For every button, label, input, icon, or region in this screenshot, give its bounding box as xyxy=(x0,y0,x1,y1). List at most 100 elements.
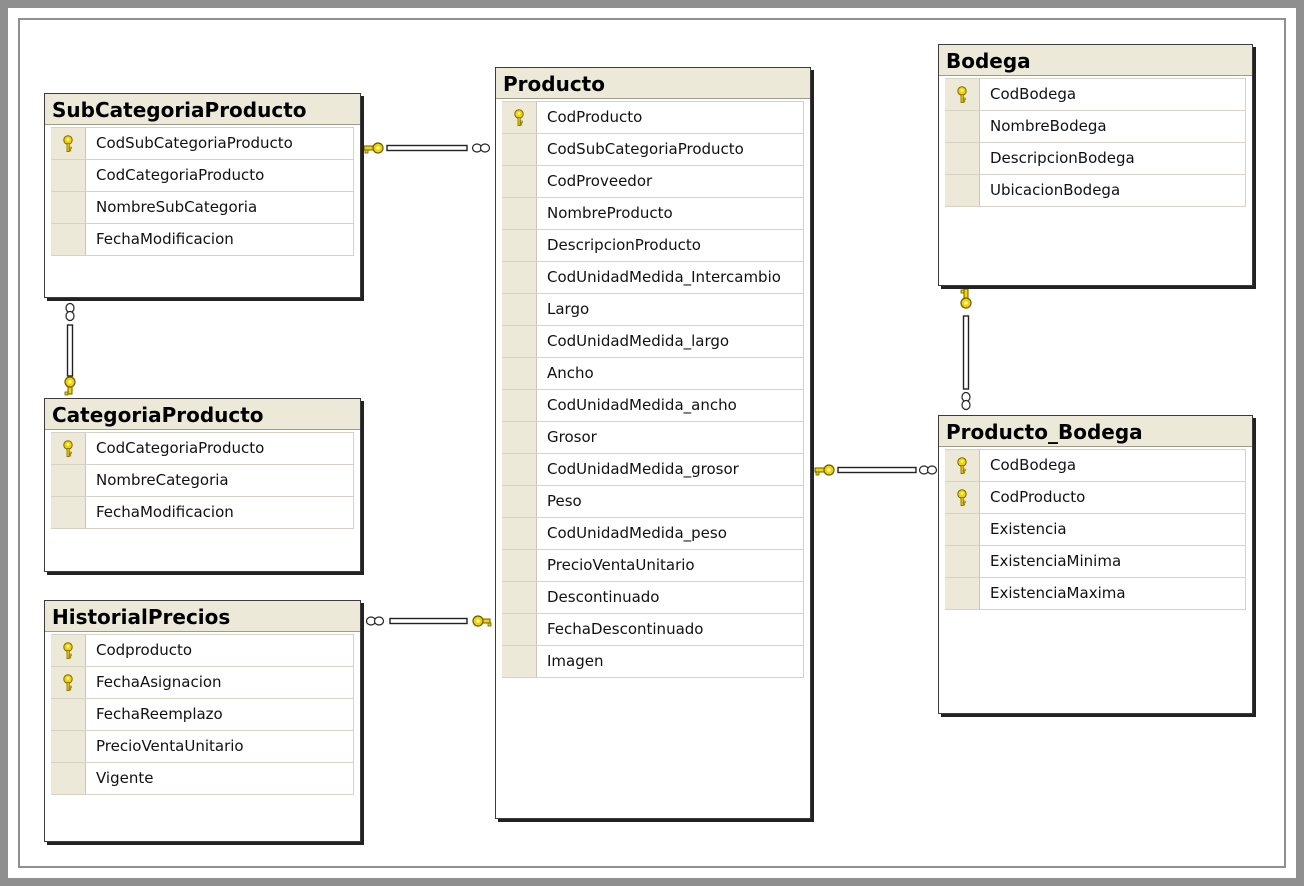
column-row[interactable]: NombreSubCategoria xyxy=(51,192,354,224)
column-row[interactable]: CodProveedor xyxy=(502,166,804,198)
table-producto[interactable]: Producto CodProducto CodSubCategoriaProd… xyxy=(495,67,811,819)
table-subcategoriaproducto[interactable]: SubCategoriaProducto CodSubCategoriaProd… xyxy=(44,93,361,298)
table-historialprecios[interactable]: HistorialPrecios Codproducto FechaAsigna… xyxy=(44,600,361,842)
column-row[interactable]: Descontinuado xyxy=(502,582,804,614)
table-bodega[interactable]: Bodega CodBodega NombreBodega Descripcio… xyxy=(938,44,1253,286)
table-title[interactable]: Bodega xyxy=(939,45,1252,76)
column-row[interactable]: PrecioVentaUnitario xyxy=(502,550,804,582)
table-categoriaproducto[interactable]: CategoriaProducto CodCategoriaProducto N… xyxy=(44,398,361,572)
column-row[interactable]: PrecioVentaUnitario xyxy=(51,731,354,763)
table-title[interactable]: CategoriaProducto xyxy=(45,399,360,430)
table-title[interactable]: HistorialPrecios xyxy=(45,601,360,632)
column-name: CodProducto xyxy=(547,108,643,126)
column-name: FechaReemplazo xyxy=(96,705,223,723)
column-row[interactable]: ExistenciaMaxima xyxy=(945,578,1246,610)
column-row[interactable]: CodCategoriaProducto xyxy=(51,433,354,465)
column-row[interactable]: NombreProducto xyxy=(502,198,804,230)
key-cell xyxy=(51,497,86,528)
table-title[interactable]: Producto_Bodega xyxy=(939,416,1252,447)
column-row[interactable]: CodProducto xyxy=(502,102,804,134)
primary-key-icon xyxy=(514,108,524,126)
key-cell xyxy=(502,454,537,485)
key-cell xyxy=(502,166,537,197)
key-cell xyxy=(51,635,86,666)
column-row[interactable]: Ancho xyxy=(502,358,804,390)
key-cell xyxy=(51,667,86,698)
column-row[interactable]: DescripcionBodega xyxy=(945,143,1246,175)
column-list: CodCategoriaProducto NombreCategoria Fec… xyxy=(51,432,354,529)
column-row[interactable]: Codproducto xyxy=(51,635,354,667)
column-row[interactable]: FechaDescontinuado xyxy=(502,614,804,646)
primary-key-icon xyxy=(63,641,73,659)
column-row[interactable]: Vigente xyxy=(51,763,354,795)
column-row[interactable]: ExistenciaMinima xyxy=(945,546,1246,578)
primary-key-icon xyxy=(63,439,73,457)
column-row[interactable]: CodSubCategoriaProducto xyxy=(502,134,804,166)
table-title[interactable]: SubCategoriaProducto xyxy=(45,94,360,125)
column-row[interactable]: CodBodega xyxy=(945,450,1246,482)
column-name: Codproducto xyxy=(96,641,193,659)
column-name: CodUnidadMedida_Intercambio xyxy=(547,268,781,286)
column-row[interactable]: Imagen xyxy=(502,646,804,678)
column-row[interactable]: UbicacionBodega xyxy=(945,175,1246,207)
column-name: CodSubCategoriaProducto xyxy=(547,140,744,158)
key-cell xyxy=(945,578,980,609)
key-cell xyxy=(945,546,980,577)
key-cell xyxy=(502,262,537,293)
table-producto-bodega[interactable]: Producto_Bodega CodBodega CodProducto Ex… xyxy=(938,415,1253,714)
column-row[interactable]: CodUnidadMedida_grosor xyxy=(502,454,804,486)
key-cell xyxy=(502,582,537,613)
column-row[interactable]: NombreBodega xyxy=(945,111,1246,143)
table-title[interactable]: Producto xyxy=(496,68,810,99)
key-cell xyxy=(502,134,537,165)
column-row[interactable]: Existencia xyxy=(945,514,1246,546)
column-name: CodCategoriaProducto xyxy=(96,166,265,184)
column-name: Peso xyxy=(547,492,582,510)
column-list: CodBodega CodProducto Existencia Existen… xyxy=(945,449,1246,610)
column-row[interactable]: CodCategoriaProducto xyxy=(51,160,354,192)
column-name: FechaDescontinuado xyxy=(547,620,704,638)
column-row[interactable]: CodSubCategoriaProducto xyxy=(51,128,354,160)
column-row[interactable]: CodUnidadMedida_largo xyxy=(502,326,804,358)
column-name: CodUnidadMedida_grosor xyxy=(547,460,739,478)
column-name: FechaModificacion xyxy=(96,503,234,521)
primary-key-icon xyxy=(63,134,73,152)
column-row[interactable]: CodUnidadMedida_Intercambio xyxy=(502,262,804,294)
key-cell xyxy=(945,514,980,545)
column-name: CodSubCategoriaProducto xyxy=(96,134,293,152)
column-name: Descontinuado xyxy=(547,588,660,606)
column-row[interactable]: DescripcionProducto xyxy=(502,230,804,262)
column-name: CodUnidadMedida_ancho xyxy=(547,396,737,414)
key-cell xyxy=(502,486,537,517)
primary-key-icon xyxy=(957,456,967,474)
column-row[interactable]: Peso xyxy=(502,486,804,518)
column-name: CodBodega xyxy=(990,85,1077,103)
key-cell xyxy=(945,175,980,206)
column-row[interactable]: CodUnidadMedida_ancho xyxy=(502,390,804,422)
key-cell xyxy=(945,111,980,142)
key-icon xyxy=(814,464,835,476)
key-cell xyxy=(502,230,537,261)
column-name: FechaAsignacion xyxy=(96,673,222,691)
column-name: CodCategoriaProducto xyxy=(96,439,265,457)
column-row[interactable]: NombreCategoria xyxy=(51,465,354,497)
column-name: DescripcionBodega xyxy=(990,149,1135,167)
key-icon xyxy=(472,615,492,627)
column-row[interactable]: Largo xyxy=(502,294,804,326)
key-cell xyxy=(502,646,537,677)
column-row[interactable]: FechaModificacion xyxy=(51,497,354,529)
column-name: NombreSubCategoria xyxy=(96,198,258,216)
column-row[interactable]: Grosor xyxy=(502,422,804,454)
column-row[interactable]: FechaReemplazo xyxy=(51,699,354,731)
column-row[interactable]: FechaModificacion xyxy=(51,224,354,256)
key-cell xyxy=(945,79,980,110)
key-cell xyxy=(502,518,537,549)
key-cell xyxy=(51,465,86,496)
infinity-icon xyxy=(471,143,491,153)
column-row[interactable]: CodBodega xyxy=(945,79,1246,111)
column-row[interactable]: FechaAsignacion xyxy=(51,667,354,699)
column-row[interactable]: CodProducto xyxy=(945,482,1246,514)
column-row[interactable]: CodUnidadMedida_peso xyxy=(502,518,804,550)
infinity-icon xyxy=(365,616,385,626)
column-name: Imagen xyxy=(547,652,604,670)
